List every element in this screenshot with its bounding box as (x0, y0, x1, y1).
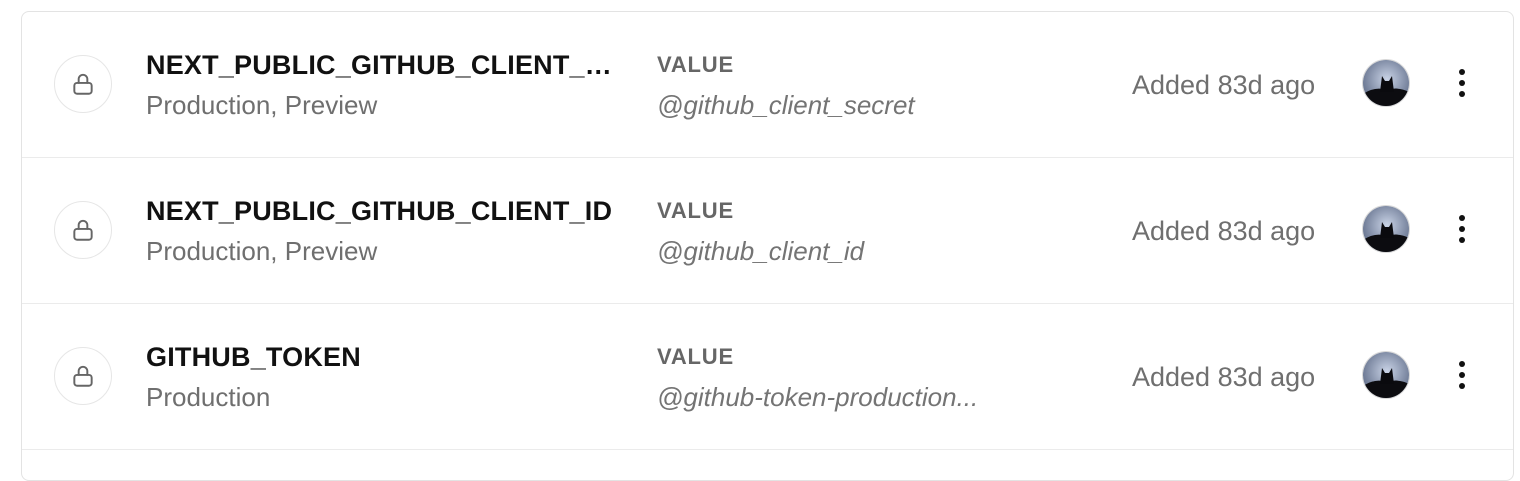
more-options-button[interactable] (1444, 355, 1480, 395)
env-var-name: NEXT_PUBLIC_GITHUB_CLIENT_ID (146, 196, 613, 226)
env-var-value[interactable]: @github-token-production... (657, 380, 1037, 414)
avatar[interactable] (1362, 351, 1410, 399)
env-var-row[interactable]: NEXT_PUBLIC_GITHUB_CLIENT_S... Productio… (22, 12, 1513, 158)
env-var-targets: Production, Preview (146, 236, 378, 266)
lock-icon (54, 347, 112, 405)
more-options-button[interactable] (1444, 209, 1480, 249)
value-label: VALUE (657, 52, 734, 77)
more-vertical-icon (1459, 69, 1465, 97)
more-vertical-icon (1459, 215, 1465, 243)
value-label: VALUE (657, 198, 734, 223)
env-var-name: GITHUB_TOKEN (146, 342, 361, 372)
added-timestamp: Added 83d ago (1132, 216, 1316, 246)
env-var-value[interactable]: @github_client_secret (657, 88, 1037, 122)
value-label: VALUE (657, 344, 734, 369)
env-var-name: NEXT_PUBLIC_GITHUB_CLIENT_S... (146, 50, 621, 80)
env-var-targets: Production, Preview (146, 90, 378, 120)
lock-icon (54, 201, 112, 259)
lock-icon (54, 55, 112, 113)
env-var-targets: Production (146, 382, 271, 412)
env-var-row[interactable]: GITHUB_TOKEN Production VALUE @github-to… (22, 304, 1513, 450)
avatar[interactable] (1362, 59, 1410, 107)
more-options-button[interactable] (1444, 63, 1480, 103)
added-timestamp: Added 83d ago (1132, 362, 1316, 392)
env-var-value[interactable]: @github_client_id (657, 234, 1037, 268)
avatar[interactable] (1362, 205, 1410, 253)
added-timestamp: Added 83d ago (1132, 70, 1316, 100)
more-vertical-icon (1459, 361, 1465, 389)
env-var-row[interactable]: NEXT_PUBLIC_GITHUB_CLIENT_ID Production,… (22, 158, 1513, 304)
env-var-list: NEXT_PUBLIC_GITHUB_CLIENT_S... Productio… (21, 11, 1514, 481)
